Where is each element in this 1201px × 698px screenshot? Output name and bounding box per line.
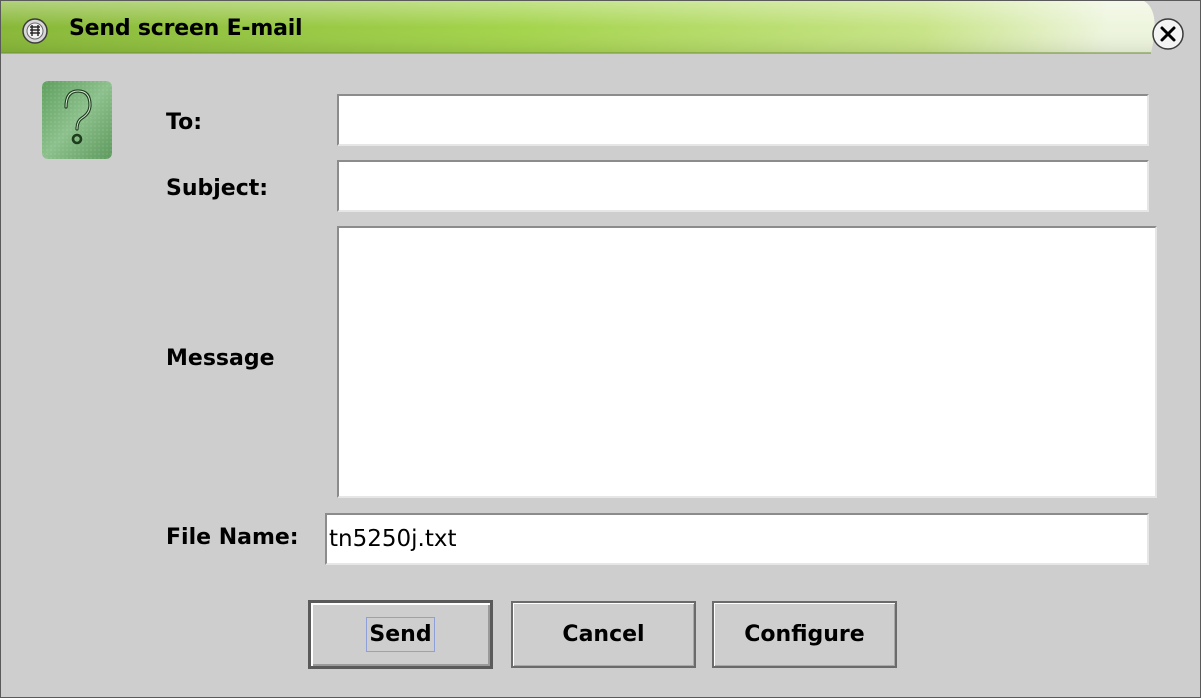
send-email-dialog: Send screen E-mail To: Subject: Message … bbox=[0, 0, 1201, 698]
to-field[interactable] bbox=[337, 94, 1149, 146]
window-title: Send screen E-mail bbox=[69, 16, 303, 41]
message-textarea[interactable] bbox=[337, 226, 1157, 498]
send-button-label: Send bbox=[366, 617, 435, 652]
cancel-button-label: Cancel bbox=[562, 622, 645, 647]
send-button[interactable]: Send bbox=[308, 600, 493, 669]
subject-label: Subject: bbox=[166, 176, 269, 201]
to-label: To: bbox=[166, 110, 202, 135]
subject-field[interactable] bbox=[337, 160, 1149, 212]
cancel-button[interactable]: Cancel bbox=[511, 601, 696, 668]
configure-button[interactable]: Configure bbox=[712, 601, 897, 668]
question-mark-icon bbox=[42, 81, 112, 159]
title-bar[interactable]: Send screen E-mail bbox=[1, 1, 1200, 57]
file-name-label: File Name: bbox=[166, 525, 299, 550]
close-icon[interactable] bbox=[1151, 17, 1187, 53]
message-label: Message bbox=[166, 346, 275, 371]
file-name-field[interactable] bbox=[325, 513, 1149, 565]
app-menu-icon[interactable] bbox=[21, 17, 49, 45]
configure-button-label: Configure bbox=[744, 622, 865, 647]
